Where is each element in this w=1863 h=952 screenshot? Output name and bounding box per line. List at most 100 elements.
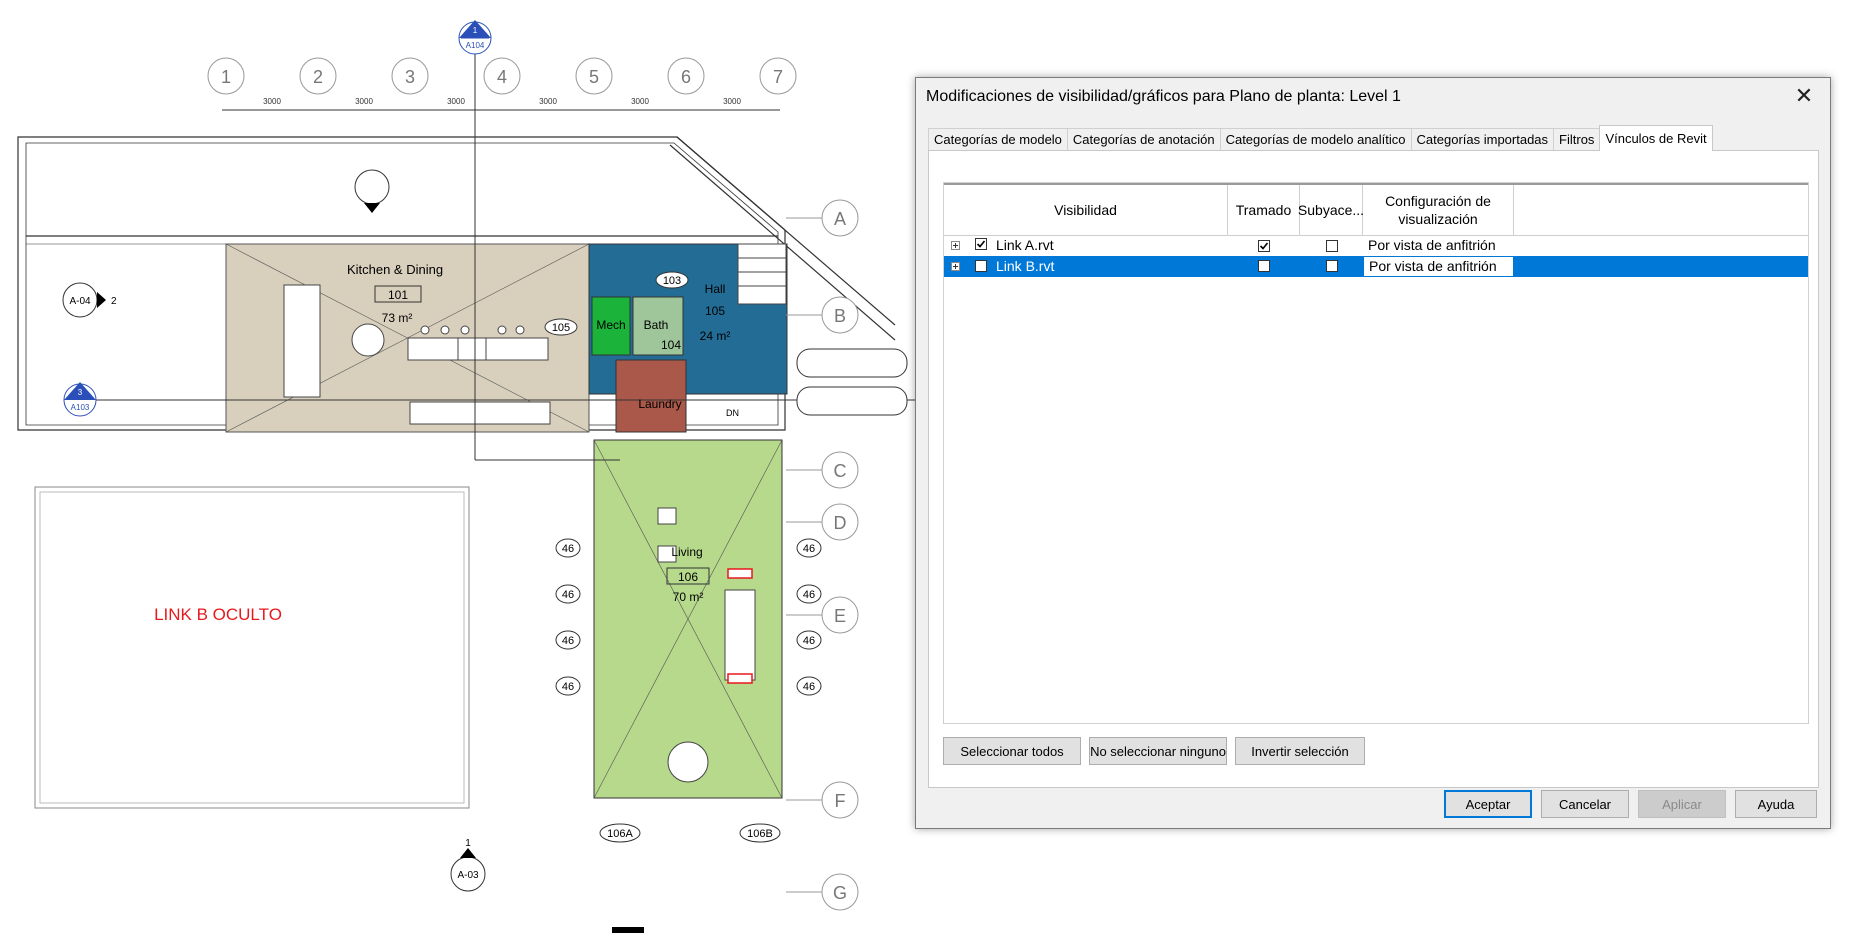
room-number-bath: 104 <box>661 338 681 352</box>
svg-text:105: 105 <box>552 322 570 334</box>
header-visibility: Visibilidad <box>944 185 1228 235</box>
grid-columns: 1 2 3 4 5 6 7 <box>207 57 797 95</box>
table-row[interactable]: Link A.rvt Por vista de anfitrión <box>944 235 1808 256</box>
svg-text:46: 46 <box>803 681 815 693</box>
halftone-checkbox[interactable] <box>1258 260 1270 272</box>
invert-selection-button[interactable]: Invertir selección <box>1235 737 1365 765</box>
svg-text:2: 2 <box>313 67 323 87</box>
header-underlay: Subyace... <box>1298 185 1364 235</box>
room-area-living: 70 m² <box>673 590 704 604</box>
section-marker-top[interactable]: 1 A104 <box>458 20 492 55</box>
select-none-button[interactable]: No seleccionar ninguno <box>1089 737 1227 765</box>
svg-text:46: 46 <box>562 543 574 555</box>
dimension-label: 3000 <box>447 97 465 106</box>
grid-bubble-2: 2 <box>299 57 337 95</box>
svg-text:46: 46 <box>562 635 574 647</box>
grid-bubble-B: B <box>786 296 859 334</box>
table-header: Visibilidad Tramado Subyace... Configura… <box>944 183 1808 236</box>
section-marker-left-upper[interactable]: A-04 2 <box>62 282 117 318</box>
visibility-checkbox[interactable] <box>975 260 987 272</box>
dimension-label: 3000 <box>263 97 281 106</box>
svg-text:2: 2 <box>111 296 117 307</box>
tab-revit-links[interactable]: Vínculos de Revit <box>1599 125 1713 151</box>
elevation-marker[interactable] <box>354 169 390 213</box>
room-area-hall: 24 m² <box>700 329 731 343</box>
tab-imported-categories[interactable]: Categorías importadas <box>1410 128 1555 151</box>
select-all-button[interactable]: Seleccionar todos <box>943 737 1081 765</box>
hidden-link-b-area: LINK B OCULTO <box>34 486 470 809</box>
svg-text:E: E <box>834 606 846 626</box>
links-table: Visibilidad Tramado Subyace... Configura… <box>943 182 1809 724</box>
window-tag: 46 <box>796 676 822 696</box>
room-number-living: 106 <box>678 570 698 584</box>
room-name-kitchen: Kitchen & Dining <box>347 262 443 277</box>
dimension-label: 3000 <box>631 97 649 106</box>
north-bar <box>612 927 644 933</box>
cancel-button[interactable]: Cancelar <box>1541 790 1629 818</box>
svg-text:4: 4 <box>497 67 507 87</box>
svg-text:A103: A103 <box>71 403 90 412</box>
tab-strip: Categorías de modelo Categorías de anota… <box>928 125 1713 151</box>
tab-analytical-model-categories[interactable]: Categorías de modelo analítico <box>1219 128 1412 151</box>
svg-text:DN: DN <box>726 408 739 418</box>
svg-text:A-03: A-03 <box>457 870 479 881</box>
display-settings-value[interactable]: Por vista de anfitrión <box>1363 235 1514 256</box>
table-row-selected[interactable]: Link B.rvt Por vista de anfitrión <box>944 256 1808 277</box>
window-tag: 46 <box>555 584 581 604</box>
dimension-label: 3000 <box>355 97 373 106</box>
svg-text:A-04: A-04 <box>69 296 91 307</box>
grid-bubble-F: F <box>786 781 859 819</box>
svg-text:46: 46 <box>803 543 815 555</box>
tab-model-categories[interactable]: Categorías de modelo <box>928 128 1068 151</box>
dimension-label: 3000 <box>539 97 557 106</box>
expand-icon[interactable] <box>951 241 960 250</box>
halftone-checkbox[interactable] <box>1258 240 1270 252</box>
section-marker-left-lower[interactable]: 3 A103 <box>63 382 97 417</box>
svg-text:1: 1 <box>465 838 471 849</box>
svg-text:B: B <box>834 306 846 326</box>
dialog-title: Modificaciones de visibilidad/gráficos p… <box>926 88 1401 105</box>
svg-text:6: 6 <box>681 67 691 87</box>
link-b-hidden-label: LINK B OCULTO <box>154 605 282 624</box>
header-display-settings-line2: visualización <box>1398 211 1478 227</box>
room-name-living: Living <box>671 545 702 559</box>
tab-filters[interactable]: Filtros <box>1553 128 1601 151</box>
visibility-graphics-dialog[interactable]: Modificaciones de visibilidad/gráficos p… <box>915 77 1831 829</box>
underlay-checkbox[interactable] <box>1326 240 1338 252</box>
window-tag: 46 <box>555 630 581 650</box>
underlay-checkbox[interactable] <box>1326 260 1338 272</box>
svg-text:C: C <box>834 461 847 481</box>
ok-button[interactable]: Aceptar <box>1444 790 1532 818</box>
apply-button[interactable]: Aplicar <box>1638 790 1726 818</box>
window-tag: 46 <box>555 538 581 558</box>
room-number-kitchen: 101 <box>388 288 408 302</box>
room-laundry[interactable] <box>615 359 687 433</box>
link-name: Link A.rvt <box>996 237 1054 253</box>
svg-text:A104: A104 <box>466 41 485 50</box>
header-display-settings: Configuración de visualización <box>1363 185 1514 235</box>
room-name-mech: Mech <box>596 318 625 332</box>
room-name-laundry: Laundry <box>638 397 681 411</box>
display-settings-value[interactable]: Por vista de anfitrión <box>1363 256 1514 277</box>
room-name-hall: Hall <box>705 282 726 296</box>
expand-icon[interactable] <box>951 262 960 271</box>
svg-text:7: 7 <box>773 67 783 87</box>
grid-bubble-3: 3 <box>391 57 429 95</box>
svg-text:A: A <box>834 209 846 229</box>
svg-text:3: 3 <box>78 388 83 397</box>
grid-bubble-4: 4 <box>483 57 521 95</box>
help-button[interactable]: Ayuda <box>1735 790 1817 818</box>
tab-annotation-categories[interactable]: Categorías de anotación <box>1066 128 1221 151</box>
visibility-checkbox[interactable] <box>975 238 987 250</box>
close-icon[interactable]: ✕ <box>1792 83 1816 108</box>
svg-text:46: 46 <box>803 635 815 647</box>
svg-text:G: G <box>833 883 847 903</box>
svg-text:1: 1 <box>221 67 231 87</box>
grid-bubble-C: C <box>786 451 859 489</box>
svg-text:46: 46 <box>562 681 574 693</box>
room-living[interactable] <box>593 439 783 799</box>
section-marker-bottom[interactable]: 1 A-03 <box>450 838 486 892</box>
grid-bubble-D: D <box>786 503 859 541</box>
svg-text:D: D <box>834 513 847 533</box>
svg-text:1: 1 <box>473 26 478 35</box>
